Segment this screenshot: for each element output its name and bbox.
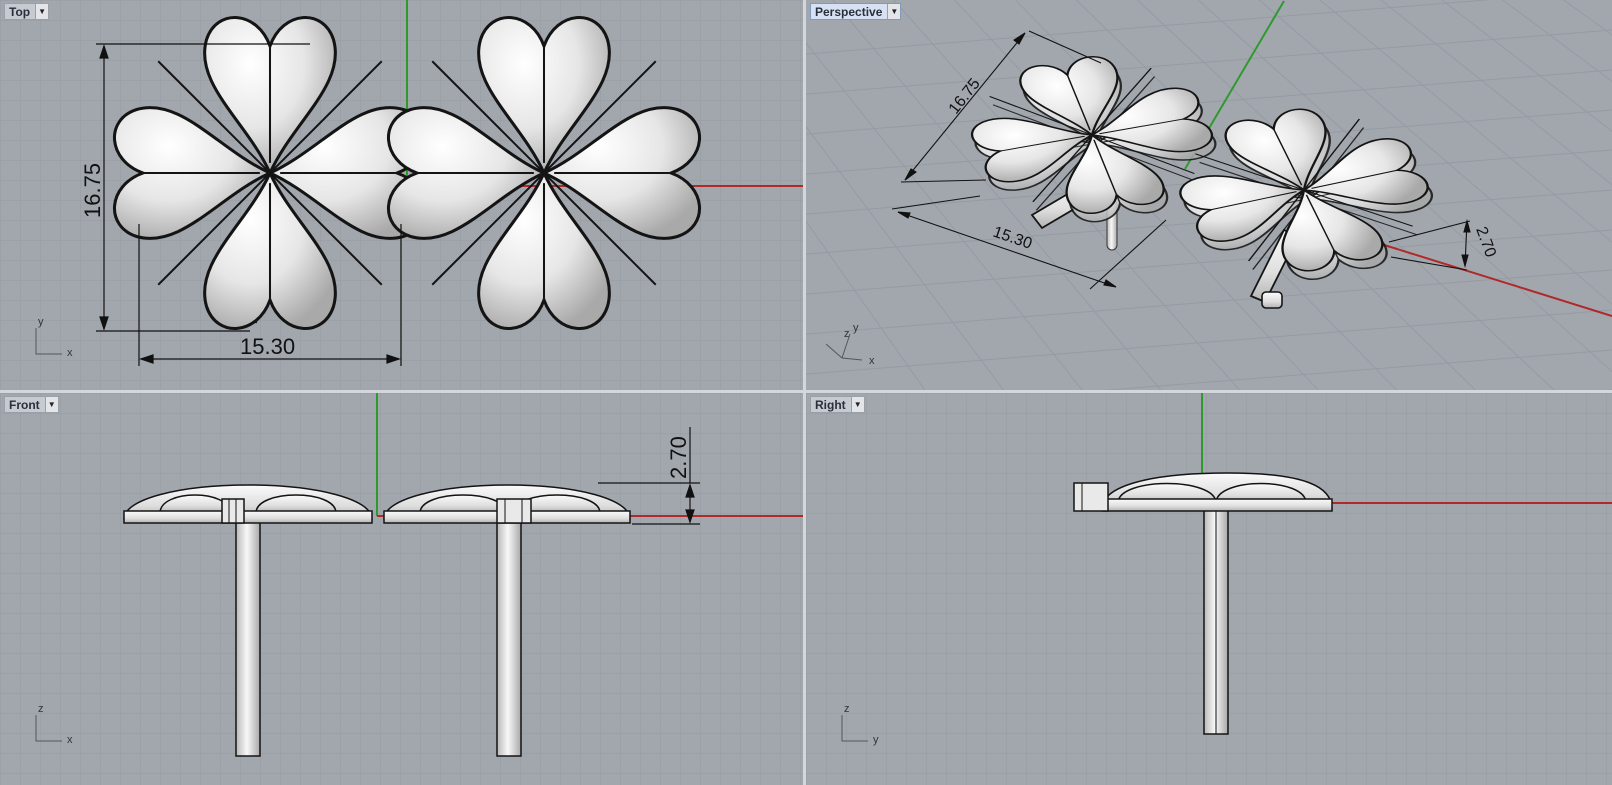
front-dim-depth-text: 2.70 [666, 436, 691, 479]
viewport-splitter-horizontal[interactable] [0, 390, 1612, 393]
viewport-tab-top-label: Top [9, 4, 31, 19]
top-dim-width-text: 15.30 [240, 334, 295, 359]
triangle-down-icon[interactable]: ▼ [887, 4, 901, 19]
top-clover-right[interactable] [386, 15, 702, 331]
front-axis-label-z: z [38, 703, 44, 715]
viewport-tab-perspective-label: Perspective [815, 4, 883, 19]
perspective-x-axis [1380, 243, 1612, 317]
viewport-front[interactable]: 2.70 z x Front ▼ [0, 393, 803, 785]
viewport-tab-right-label: Right [815, 397, 846, 412]
triangle-down-icon[interactable]: ▼ [850, 397, 864, 412]
right-axis-label-z: z [844, 703, 850, 715]
top-axis-label-x: x [67, 347, 73, 359]
top-canvas[interactable]: 16.75 15.30 y x [0, 0, 803, 390]
perspective-dim-height-text: 16.75 [946, 75, 984, 117]
viewport-top[interactable]: 16.75 15.30 y x Top ▼ [0, 0, 803, 390]
perspective-axis-label-y: y [853, 322, 859, 334]
perspective-canvas[interactable]: 16.75 15.30 2.70 z y x [806, 0, 1612, 390]
viewport-tab-perspective[interactable]: Perspective ▼ [810, 3, 902, 20]
viewport-tab-top[interactable]: Top ▼ [4, 3, 50, 20]
perspective-axis-label-x: x [869, 355, 875, 367]
perspective-axis-label-z: z [844, 328, 850, 340]
top-clover-left[interactable] [112, 15, 428, 331]
triangle-down-icon[interactable]: ▼ [35, 4, 49, 19]
viewport-tab-front-label: Front [9, 397, 40, 412]
right-axis-label-y: y [873, 734, 879, 746]
viewport-right[interactable]: z y Right ▼ [806, 393, 1612, 785]
viewport-tab-front[interactable]: Front ▼ [4, 396, 59, 413]
front-canvas[interactable]: 2.70 z x [0, 393, 803, 785]
perspective-dim-depth-text: 2.70 [1472, 225, 1499, 260]
top-dim-height-text: 16.75 [80, 163, 105, 218]
front-axis-label-x: x [67, 734, 73, 746]
top-axis-label-y: y [38, 316, 44, 328]
triangle-down-icon[interactable]: ▼ [44, 397, 58, 412]
perspective-dim-width-text: 15.30 [991, 224, 1034, 253]
perspective-dimension-depth[interactable] [1388, 218, 1471, 271]
viewport-perspective[interactable]: 16.75 15.30 2.70 z y x Perspective ▼ [806, 0, 1612, 390]
right-canvas[interactable]: z y [806, 393, 1612, 785]
viewport-tab-right[interactable]: Right ▼ [810, 396, 865, 413]
